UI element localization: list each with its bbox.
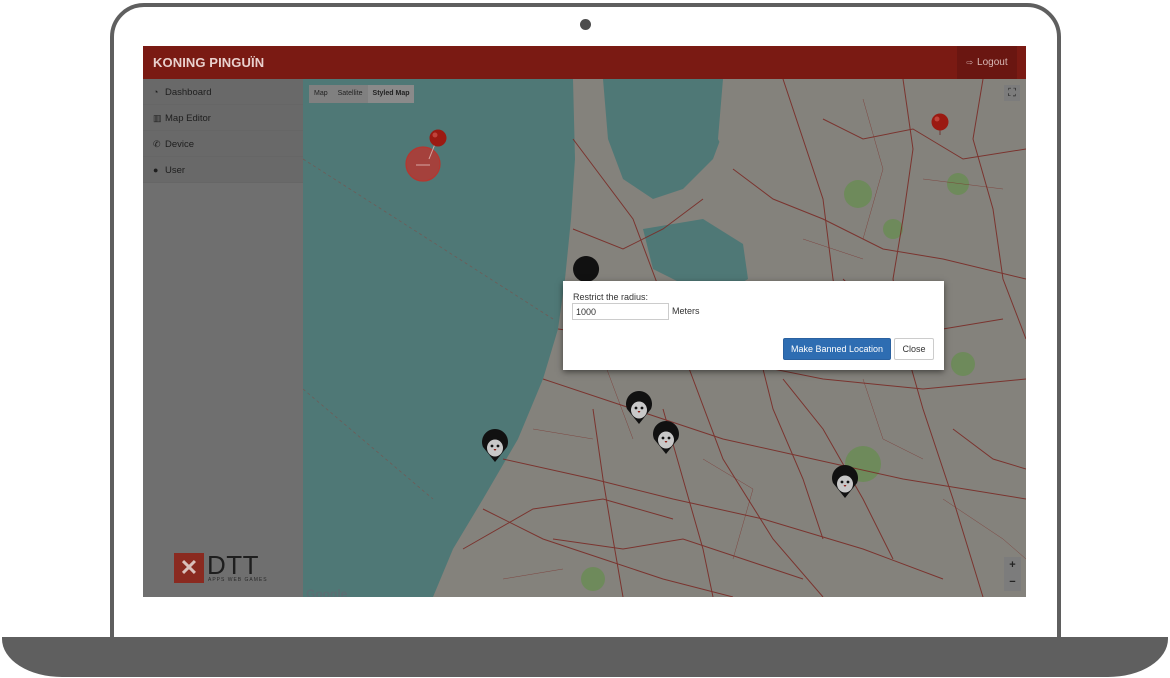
brand-title[interactable]: KONING PINGUÏN [153, 55, 264, 70]
banned-radius-circle[interactable] [405, 146, 441, 182]
webcam [580, 19, 591, 30]
fullscreen-icon[interactable]: ⛶ [1004, 85, 1020, 101]
top-navbar: KONING PINGUÏN ⇨ Logout [143, 46, 1026, 79]
dtt-logo-tagline: APPS WEB GAMES [208, 577, 268, 583]
sidebar-item-user[interactable]: ● User [143, 157, 303, 183]
map-icon: ▥ [153, 113, 162, 123]
make-banned-location-button[interactable]: Make Banned Location [783, 338, 891, 360]
radius-unit: Meters [672, 306, 700, 316]
park-area [951, 352, 975, 376]
map-type-map-button[interactable]: Map [309, 85, 333, 103]
user-icon: ● [153, 165, 159, 175]
sidebar-item-label: Map Editor [165, 113, 211, 124]
zoom-out-button[interactable]: − [1004, 574, 1021, 591]
phone-icon: ✆ [153, 139, 161, 149]
sidebar-item-label: Dashboard [165, 87, 212, 98]
dtt-logo: ✕ DTT APPS WEB GAMES [174, 550, 274, 587]
dtt-logo-mark: ✕ [174, 553, 204, 583]
park-area [947, 173, 969, 195]
radius-input[interactable] [572, 303, 669, 320]
park-area [581, 567, 605, 591]
radius-dialog: Restrict the radius: Meters Make Banned … [563, 281, 944, 370]
park-area [844, 180, 872, 208]
map-type-satellite-button[interactable]: Satellite [333, 85, 368, 103]
penguin-pin-marker[interactable] [573, 256, 600, 282]
logout-label: Logout [977, 57, 1008, 68]
sidebar-item-device[interactable]: ✆ Device [143, 131, 303, 157]
sidebar-item-label: Device [165, 139, 195, 150]
sidebar-item-map-editor[interactable]: ▥ Map Editor [143, 105, 303, 131]
map-type-styled-button[interactable]: Styled Map [367, 85, 415, 103]
sidebar-item-label: User [165, 165, 186, 176]
google-watermark: Google [306, 587, 348, 597]
logout-button[interactable]: ⇨ Logout [957, 46, 1017, 79]
logout-icon: ⇨ [966, 58, 974, 67]
radius-label: Restrict the radius: [573, 292, 649, 302]
map-type-control: Map Satellite Styled Map [309, 85, 415, 103]
dashboard-icon: ◔ [153, 87, 159, 97]
sidebar-item-dashboard[interactable]: ◔ Dashboard [143, 79, 303, 105]
close-button[interactable]: Close [894, 338, 934, 360]
zoom-control: + − [1004, 557, 1021, 591]
sidebar: ◔ Dashboard ▥ Map Editor ✆ Device ● User ✕ D… [143, 79, 303, 597]
zoom-in-button[interactable]: + [1004, 557, 1021, 574]
laptop-base [2, 637, 1168, 677]
